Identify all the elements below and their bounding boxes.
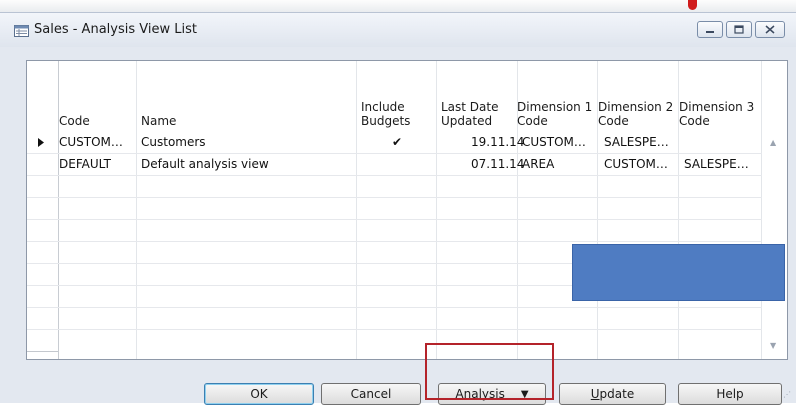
window-title: Sales - Analysis View List	[34, 22, 197, 37]
row-selector[interactable]	[27, 220, 58, 242]
row-selector[interactable]	[27, 154, 58, 176]
label-rest: pdate	[599, 387, 635, 401]
cancel-button-label: Cancel	[350, 387, 392, 401]
title-bar: Sales - Analysis View List	[0, 13, 796, 47]
cell-code[interactable]: DEFAULT	[59, 157, 111, 171]
column-header-label: Dimension 3 Code	[679, 100, 755, 128]
close-button[interactable]	[755, 21, 785, 38]
minimize-button[interactable]	[697, 21, 723, 38]
cell-code[interactable]: CUSTOM…	[59, 135, 123, 149]
scroll-up-icon[interactable]: ▲	[770, 138, 776, 147]
access-key: U	[590, 387, 600, 401]
analysis-view-list-window: Sales - Analysis View List Code Name Inc…	[0, 12, 796, 405]
cell-dimension-2-code[interactable]: CUSTOM…	[604, 157, 668, 171]
row-divider	[27, 219, 762, 220]
column-header-code[interactable]: Code	[54, 61, 136, 132]
minimize-icon	[698, 22, 722, 37]
column-header-label: Last Date Updated	[441, 100, 499, 128]
cell-last-date-updated[interactable]: 07.11.14	[471, 157, 524, 171]
row-divider	[27, 307, 762, 308]
scroll-down-icon[interactable]: ▼	[770, 341, 776, 350]
row-selector[interactable]	[27, 330, 58, 352]
ok-button-label: OK	[250, 387, 268, 401]
cell-name[interactable]: Customers	[141, 135, 206, 149]
column-header-dimension-2-code[interactable]: Dimension 2 Code	[597, 61, 678, 132]
row-selector[interactable]	[27, 286, 58, 308]
list-window-icon	[14, 25, 29, 37]
table-row[interactable]: DEFAULT Default analysis view 07.11.14 A…	[59, 154, 761, 175]
column-header-name[interactable]: Name	[136, 61, 356, 132]
column-header-last-date-updated[interactable]: Last Date Updated	[436, 61, 517, 132]
column-header-include-budgets[interactable]: Include Budgets	[356, 61, 436, 132]
row-divider	[27, 197, 762, 198]
cell-dimension-3-code[interactable]: SALESPE…	[684, 157, 749, 171]
row-divider	[27, 175, 762, 176]
row-divider	[27, 329, 762, 330]
row-selector[interactable]	[27, 308, 58, 330]
column-header-label: Dimension 1 Code	[517, 100, 593, 128]
row-selector[interactable]	[27, 176, 58, 198]
row-divider	[27, 241, 762, 242]
row-selector[interactable]	[27, 264, 58, 286]
overlay-callout-box	[572, 244, 785, 301]
column-header-label: Name	[141, 114, 177, 128]
vertical-scrollbar[interactable]: ▲ ▼	[763, 61, 787, 359]
column-header-label: Include Budgets	[361, 100, 411, 128]
column-header-dimension-3-code[interactable]: Dimension 3 Code	[678, 61, 761, 132]
cell-dimension-1-code[interactable]: CUSTOM…	[522, 135, 586, 149]
cell-name[interactable]: Default analysis view	[141, 157, 269, 171]
column-header-label: Code	[59, 114, 90, 128]
analysis-highlight-frame	[425, 343, 554, 400]
help-button-label: Help	[716, 387, 744, 401]
update-button-label: Update	[591, 387, 634, 401]
close-icon	[756, 22, 784, 37]
column-divider	[761, 61, 762, 359]
cell-dimension-2-code[interactable]: SALESPE…	[604, 135, 669, 149]
row-selector[interactable]	[27, 132, 58, 154]
maximize-button[interactable]	[726, 21, 752, 38]
row-selector[interactable]	[27, 198, 58, 220]
table-row[interactable]: CUSTOM… Customers ✔ 19.11.14 CUSTOM… SAL…	[59, 132, 761, 153]
cell-dimension-1-code[interactable]: AREA	[522, 157, 554, 171]
column-header-dimension-1-code[interactable]: Dimension 1 Code	[516, 61, 597, 132]
cell-last-date-updated[interactable]: 19.11.14	[471, 135, 524, 149]
column-header-label: Dimension 2 Code	[598, 100, 674, 128]
check-icon[interactable]: ✔	[392, 135, 402, 149]
row-selector[interactable]	[27, 242, 58, 264]
maximize-icon	[727, 22, 751, 37]
row-pointer-icon	[38, 138, 44, 147]
analysis-view-grid: Code Name Include Budgets Last Date Upda…	[26, 60, 788, 360]
resize-grip-icon[interactable]: ⋰	[783, 390, 791, 399]
red-marker	[688, 0, 697, 10]
